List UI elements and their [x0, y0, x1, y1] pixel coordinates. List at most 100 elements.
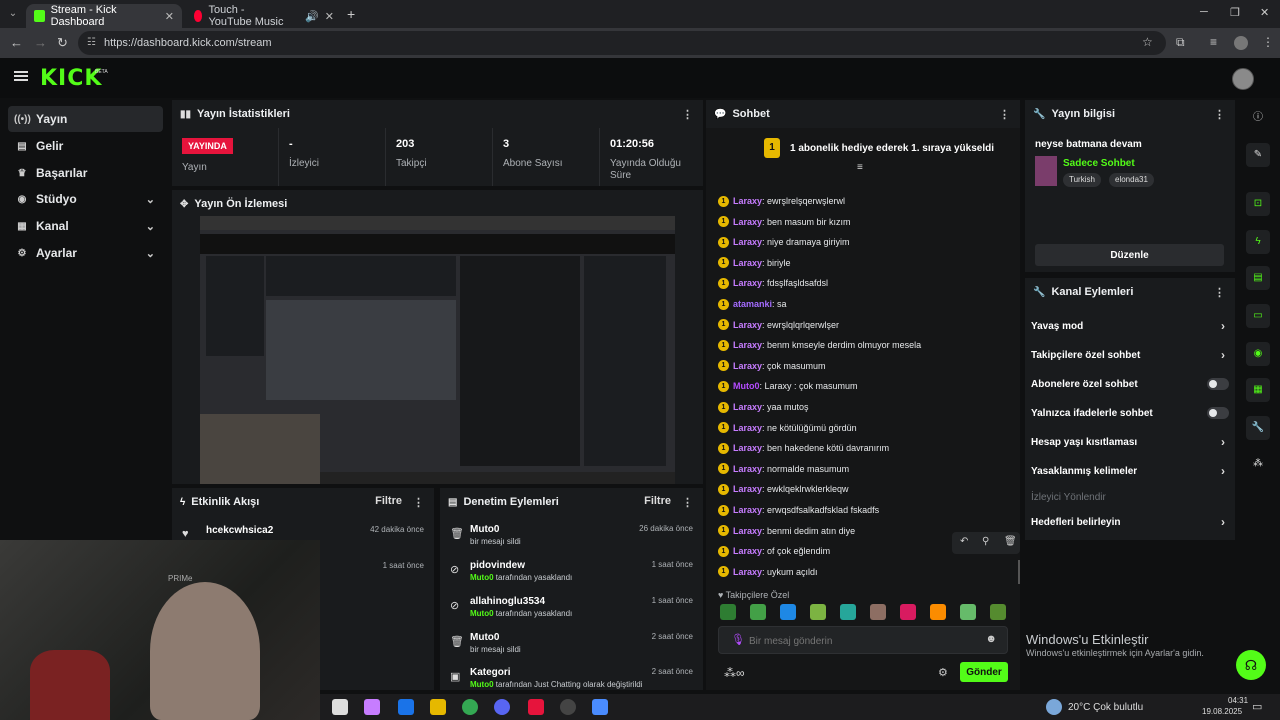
chat-settings-gear-icon[interactable]: ⚙ — [938, 666, 948, 679]
emote-icon[interactable] — [960, 604, 976, 620]
sidebar-item-kanal[interactable]: ▦ Kanal ⌄ — [8, 213, 163, 239]
subscribers-only-toggle[interactable] — [1207, 378, 1229, 390]
new-tab-button[interactable]: + — [347, 6, 355, 22]
chat-username[interactable]: Laraxy — [733, 361, 762, 371]
chat-username[interactable]: Laraxy — [733, 464, 762, 474]
chat-message[interactable]: 1 Laraxy: ben masum bir kızım — [718, 213, 851, 231]
chat-message[interactable]: 1 Laraxy: of çok eğlendim — [718, 542, 830, 560]
emote-icon[interactable] — [810, 604, 826, 620]
filter-button[interactable]: Filtre — [375, 495, 402, 507]
close-window-icon[interactable]: ✕ — [1260, 6, 1269, 19]
chat-message[interactable]: 1 Laraxy: ne kötülüğümü gördün — [718, 419, 857, 437]
profile-icon[interactable] — [1234, 36, 1248, 50]
extensions-icon[interactable]: ⧉ — [1176, 35, 1185, 50]
table-row[interactable]: 🗑 Muto0 bir mesajı sildi 26 dakika önce — [440, 523, 703, 557]
kick-logo[interactable]: KICK — [40, 66, 102, 91]
support-headset-icon[interactable]: ☊ — [1236, 650, 1266, 680]
chat-username[interactable]: Laraxy — [733, 423, 762, 433]
chat-message[interactable]: 1 Laraxy: normalde masumum — [718, 460, 849, 478]
more-options-icon[interactable]: ⋮ — [999, 108, 1010, 121]
weather-text[interactable]: 20°C Çok bulutlu — [1068, 702, 1143, 713]
more-options-icon[interactable]: ⋮ — [413, 496, 424, 509]
account-age-row[interactable]: Hesap yaşı kısıtlaması › — [1031, 430, 1229, 456]
sidebar-item-basarilar[interactable]: ♛ Başarılar — [8, 160, 163, 186]
chat-username[interactable]: Laraxy — [733, 443, 762, 453]
chat-username[interactable]: Laraxy — [733, 546, 762, 556]
table-row[interactable]: ▣ Kategori Muto0 tarafından Just Chattin… — [440, 666, 703, 690]
chat-message[interactable]: 1 Laraxy: uykum açıldı — [718, 563, 818, 581]
sidebar-item-ayarlar[interactable]: ⚙ Ayarlar ⌄ — [8, 240, 163, 266]
media-control-icon[interactable]: ≡ — [1210, 35, 1217, 49]
broadcast-icon[interactable]: ◉ — [1246, 342, 1270, 366]
lightning-icon[interactable]: ϟ — [1246, 230, 1270, 254]
wrench-icon[interactable]: 🔧 — [1246, 416, 1270, 440]
emote-icon[interactable] — [930, 604, 946, 620]
menu-dots-icon[interactable]: ⋮ — [1262, 35, 1274, 49]
chat-username[interactable]: Muto0 — [733, 381, 760, 391]
more-options-icon[interactable]: ⋮ — [682, 108, 693, 121]
discord-icon[interactable] — [494, 699, 510, 715]
chat-message[interactable]: 1 Laraxy: ewklqeklrwklerkleqw — [718, 480, 849, 498]
channel-points-icon[interactable]: ⁂∞ — [724, 666, 745, 680]
obs-icon[interactable] — [560, 699, 576, 715]
chat-message[interactable]: 1 Laraxy: benmi dedim atın diye — [718, 522, 855, 540]
chat-message-input[interactable] — [749, 633, 969, 649]
audio-playing-icon[interactable]: 🔊 — [305, 10, 319, 23]
chat-message[interactable]: 1 Laraxy: niye dramaya giriyim — [718, 233, 850, 251]
send-button[interactable]: Gönder — [960, 662, 1008, 682]
reply-icon[interactable]: ↶ — [960, 536, 968, 547]
stream-preview-video[interactable] — [200, 216, 675, 484]
chat-scrollbar[interactable] — [1018, 560, 1020, 584]
chat-message[interactable]: 1 Laraxy: biriyle — [718, 254, 791, 272]
sidebar-item-yayin[interactable]: ((•)) Yayın — [8, 106, 163, 132]
slow-mode-row[interactable]: Yavaş mod › — [1031, 314, 1229, 340]
chat-message[interactable]: 1 Laraxy: ewrşlqlqrlqerwlşer — [718, 316, 839, 334]
reload-icon[interactable]: ↻ — [57, 35, 68, 51]
clock-time[interactable]: 04:31 — [1228, 696, 1248, 705]
chat-username[interactable]: Laraxy — [733, 237, 762, 247]
chat-message[interactable]: 1 Laraxy: ewrşlrelşqerwşlerwl — [718, 192, 845, 210]
hamburger-menu-icon[interactable] — [14, 71, 28, 81]
restore-icon[interactable]: ❐ — [1230, 6, 1240, 19]
chat-username[interactable]: Laraxy — [733, 217, 762, 227]
sidebar-item-gelir[interactable]: ▤ Gelir — [8, 133, 163, 159]
app-icon[interactable] — [528, 699, 544, 715]
tab-youtube-music[interactable]: Touch - YouTube Music 🔊 ✕ — [186, 4, 342, 28]
forward-icon[interactable]: → — [34, 35, 47, 50]
microphone-icon[interactable]: 🎙 — [731, 633, 745, 646]
emoji-icon[interactable]: ☻ — [985, 633, 997, 645]
tab-search-icon[interactable]: ⌄ — [4, 5, 22, 23]
chat-username[interactable]: Laraxy — [733, 196, 762, 206]
tab-kick-dashboard[interactable]: Stream - Kick Dashboard ✕ — [26, 4, 182, 28]
filter-button[interactable]: Filtre — [644, 495, 671, 507]
back-icon[interactable]: ← — [10, 35, 23, 50]
chat-username[interactable]: Laraxy — [733, 258, 762, 268]
info-icon[interactable]: ⓘ — [1246, 106, 1270, 130]
chat-message[interactable]: 1 Laraxy: benm kmseyle derdim olmuyor mes… — [718, 336, 921, 354]
emote-icon[interactable] — [720, 604, 736, 620]
followers-only-row[interactable]: Takipçilere özel sohbet › — [1031, 343, 1229, 369]
chrome-icon[interactable] — [462, 699, 478, 715]
chat-username[interactable]: Laraxy — [733, 402, 762, 412]
chat-icon[interactable]: ▭ — [1246, 304, 1270, 328]
clock-date[interactable]: 19.08.2025 — [1202, 707, 1242, 716]
more-options-icon[interactable]: ⋮ — [1214, 108, 1225, 121]
chat-username[interactable]: atamanki — [733, 299, 772, 309]
document-icon[interactable]: ▤ — [1246, 266, 1270, 290]
chat-username[interactable]: Laraxy — [733, 320, 762, 330]
more-options-icon[interactable]: ⋮ — [682, 496, 693, 509]
chat-username[interactable]: Laraxy — [733, 526, 762, 536]
app-icon[interactable] — [592, 699, 608, 715]
chat-message[interactable]: 1 Laraxy: erwqsdfsalkadfsklad fskadfs — [718, 501, 879, 519]
minimize-icon[interactable]: ─ — [1200, 6, 1208, 18]
user-avatar[interactable] — [1232, 68, 1254, 90]
more-options-icon[interactable]: ⋮ — [1214, 286, 1225, 299]
chat-message[interactable]: 1 Laraxy: fdsşlfaşldsafdsl — [718, 274, 828, 292]
chat-username[interactable]: Laraxy — [733, 567, 762, 577]
table-row[interactable]: 🗑 Muto0 bir mesajı sildi 2 saat önce — [440, 631, 703, 665]
file-explorer-icon[interactable] — [430, 699, 446, 715]
preview-layout-icon[interactable]: ⊡ — [1246, 192, 1270, 216]
edit-stream-info-button[interactable]: Düzenle — [1035, 244, 1224, 266]
weather-icon[interactable] — [1046, 699, 1062, 715]
edit-pencil-icon[interactable]: ✎ — [1246, 143, 1270, 167]
